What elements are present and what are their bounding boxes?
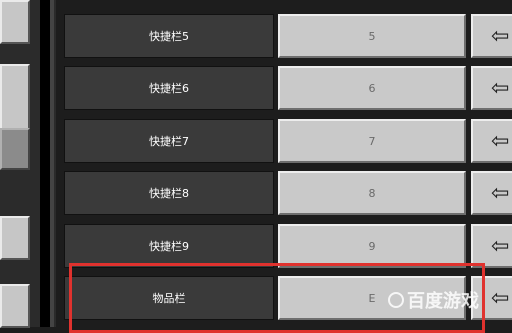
reset-button[interactable]: ⇦: [471, 224, 512, 268]
keybind-label: 快捷栏5: [64, 14, 274, 58]
keybind-label: 物品栏: [64, 276, 274, 320]
keybind-key-button[interactable]: 7: [278, 119, 466, 163]
reset-button[interactable]: ⇦: [471, 66, 512, 110]
keybind-label: 快捷栏6: [64, 66, 274, 110]
scrollbar-thumb[interactable]: [50, 0, 54, 327]
arrow-left-icon: ⇦: [491, 75, 510, 101]
arrow-left-icon: ⇦: [491, 128, 510, 154]
watermark: 百度游戏: [388, 287, 479, 313]
arrow-left-icon: ⇦: [491, 233, 510, 259]
watermark-text: 百度游戏: [407, 291, 479, 312]
keybind-key-button[interactable]: 6: [278, 66, 466, 110]
left-button-5[interactable]: [0, 284, 30, 328]
arrow-left-icon: ⇦: [491, 180, 510, 206]
keybind-key-button[interactable]: 5: [278, 14, 466, 58]
arrow-left-icon: ⇦: [491, 285, 510, 311]
baidu-logo-icon: [388, 292, 404, 308]
scrollbar-track[interactable]: [40, 0, 50, 327]
keybind-key-button[interactable]: 8: [278, 171, 466, 215]
left-button-3[interactable]: [0, 128, 30, 170]
left-button-1[interactable]: [0, 0, 30, 44]
reset-button[interactable]: ⇦: [471, 119, 512, 163]
reset-button[interactable]: ⇦: [471, 14, 512, 58]
keybind-label: 快捷栏7: [64, 119, 274, 163]
keybind-label: 快捷栏9: [64, 224, 274, 268]
left-button-4[interactable]: [0, 216, 30, 260]
keybind-key-button[interactable]: 9: [278, 224, 466, 268]
keybind-label: 快捷栏8: [64, 171, 274, 215]
left-button-2[interactable]: [0, 64, 30, 136]
reset-button[interactable]: ⇦: [471, 171, 512, 215]
arrow-left-icon: ⇦: [491, 23, 510, 49]
